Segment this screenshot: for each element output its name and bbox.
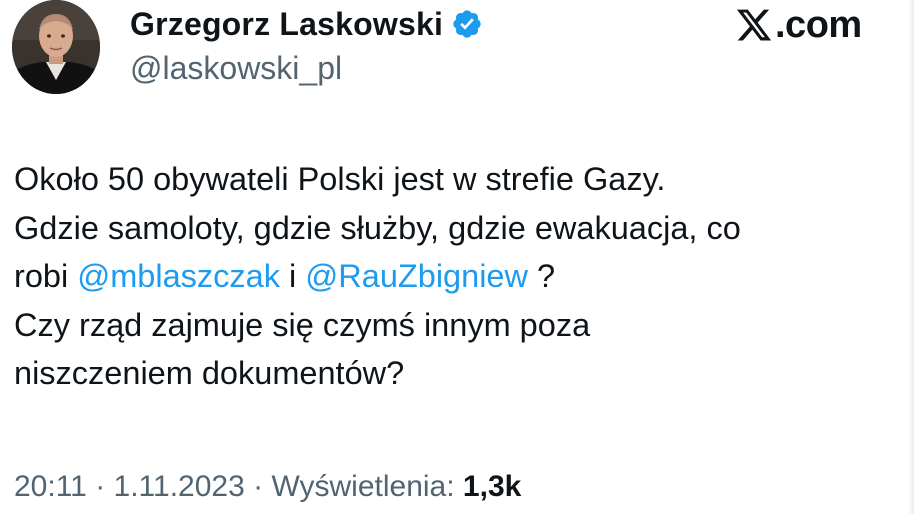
views-label: Wyświetlenia: bbox=[271, 470, 463, 503]
tweet-line-1: Około 50 obywateli Polski jest w strefie… bbox=[14, 161, 666, 197]
views-count: 1,3k bbox=[462, 470, 522, 503]
author-name-row[interactable]: Grzegorz Laskowski bbox=[130, 4, 483, 44]
page-edge-divider bbox=[908, 0, 914, 514]
meta-separator: · bbox=[244, 470, 272, 503]
mention-link-rauzbigniew[interactable]: @RauZbigniew bbox=[305, 258, 528, 294]
profile-photo bbox=[12, 0, 100, 94]
tweet-line-2: Gdzie samoloty, gdzie służby, gdzie ewak… bbox=[14, 209, 741, 246]
x-brand: .com bbox=[735, 0, 862, 50]
tweet-time[interactable]: 20:11 bbox=[14, 470, 87, 503]
author-display-name[interactable]: Grzegorz Laskowski bbox=[130, 6, 443, 43]
tweet-line-3-middle: i bbox=[280, 258, 306, 294]
tweet-card: Grzegorz Laskowski @laskowski_pl .com Ok… bbox=[0, 0, 914, 514]
tweet-line-3: robi @mblaszczak i @RauZbigniew ? bbox=[14, 252, 904, 301]
tweet-date[interactable]: 1.11.2023 bbox=[114, 470, 245, 503]
meta-separator: · bbox=[86, 470, 114, 503]
tweet-line-3-suffix: ? bbox=[527, 258, 556, 294]
tweet-metadata: 20:11 · 1.11.2023 · Wyświetlenia: 1,3k bbox=[14, 470, 521, 504]
tweet-body: Około 50 obywateli Polski jest w strefie… bbox=[14, 155, 904, 398]
tweet-line-4: Czy rząd zajmuje się czymś innym poza bbox=[14, 306, 591, 343]
mention-link-mblaszczak[interactable]: @mblaszczak bbox=[77, 258, 280, 294]
x-logo-domain-text: .com bbox=[775, 3, 862, 46]
verified-badge-icon bbox=[451, 8, 483, 40]
tweet-line-5: niszczeniem dokumentów? bbox=[14, 355, 405, 391]
x-logo-icon bbox=[735, 6, 773, 44]
tweet-line-3-prefix: robi bbox=[14, 258, 78, 294]
author-handle[interactable]: @laskowski_pl bbox=[130, 50, 342, 87]
avatar[interactable] bbox=[12, 0, 100, 94]
